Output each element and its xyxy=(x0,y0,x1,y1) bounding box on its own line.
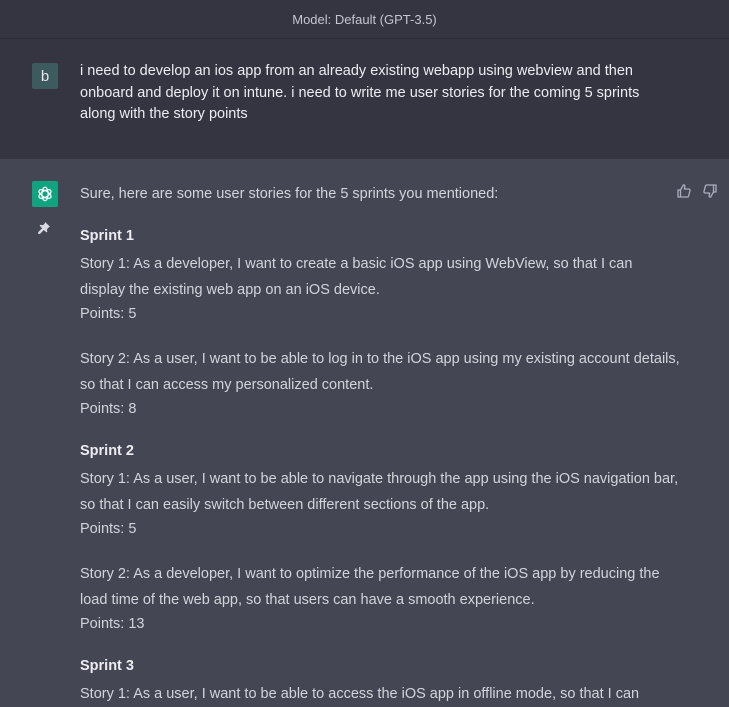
openai-logo-icon xyxy=(32,181,58,207)
sprint-title: Sprint 1 xyxy=(80,228,134,244)
feedback-buttons xyxy=(676,183,718,199)
story-points: Points: 13 xyxy=(80,616,145,632)
story-text: Story 1: As a user, I want to be able to… xyxy=(80,686,640,702)
assistant-message: Sure, here are some user stories for the… xyxy=(0,159,729,702)
assistant-intro: Sure, here are some user stories for the… xyxy=(80,186,499,202)
user-message-text: i need to develop an ios app from an alr… xyxy=(80,63,640,122)
pin-icon[interactable] xyxy=(37,221,51,235)
story-text: Story 1: As a user, I want to be able to… xyxy=(80,471,679,513)
user-avatar: b xyxy=(32,63,58,89)
model-label: Model: Default (GPT-3.5) xyxy=(292,11,437,27)
assistant-message-content: Sure, here are some user stories for the… xyxy=(80,183,680,707)
story-text: Story 2: As a user, I want to be able to… xyxy=(80,351,680,393)
story-points: Points: 8 xyxy=(80,401,137,417)
user-avatar-letter: b xyxy=(40,67,50,85)
story-text: Story 1: As a developer, I want to creat… xyxy=(80,256,633,298)
thumbs-down-icon[interactable] xyxy=(702,183,718,199)
sprint-title: Sprint 2 xyxy=(80,443,134,459)
top-bar: Model: Default (GPT-3.5) xyxy=(0,0,729,39)
story-text: Story 2: As a developer, I want to optim… xyxy=(80,566,660,608)
user-message: b i need to develop an ios app from an a… xyxy=(0,39,729,160)
story-points: Points: 5 xyxy=(80,306,137,322)
sprint-title: Sprint 3 xyxy=(80,658,134,674)
story-points: Points: 5 xyxy=(80,521,137,537)
